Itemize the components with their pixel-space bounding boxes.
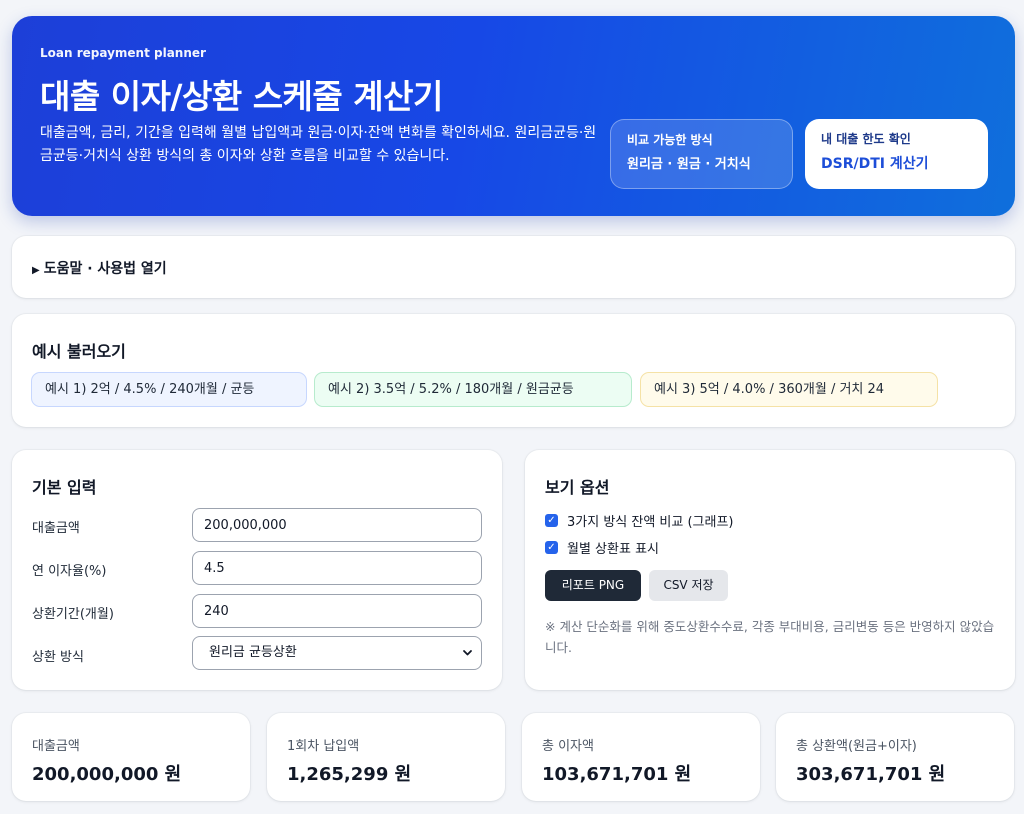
basic-input-card: 기본 입력 대출금액 연 이자율(%) 상환기간(개월) 상환 방식 원리금 균… [12,450,502,690]
page-title: 대출 이자/상환 스케줄 계산기 [40,77,443,116]
stat-label: 총 이자액 [542,739,594,754]
stat-first-payment: 1회차 납입액 1,265,299 원 [267,713,505,801]
stat-value: 1,265,299 원 [287,764,412,785]
hero-banner: Loan repayment planner 대출 이자/상환 스케줄 계산기 … [12,16,1015,216]
limit-label: 내 대출 한도 확인 [821,132,911,146]
balance-compare-checkbox[interactable]: ✓ [545,514,558,527]
method-select[interactable]: 원리금 균등상환 [192,636,482,670]
basic-input-title: 기본 입력 [32,478,97,497]
disclaimer-note: ※ 계산 단순화를 위해 중도상환수수료, 각종 부대비용, 금리변동 등은 반… [545,619,995,655]
triangle-right-icon: ▶ [32,265,40,276]
examples-title: 예시 불러오기 [32,342,126,361]
stat-total-interest: 총 이자액 103,671,701 원 [522,713,760,801]
dsr-calculator-link[interactable]: 내 대출 한도 확인 DSR/DTI 계산기 [805,119,988,189]
help-card: ▶ 도움말 · 사용법 열기 [12,236,1015,298]
stat-label: 총 상환액(원금+이자) [796,739,917,754]
rate-label: 연 이자율(%) [32,564,107,579]
method-label: 상환 방식 [32,650,84,665]
report-png-button[interactable]: 리포트 PNG [545,570,641,601]
view-options-card: 보기 옵션 ✓ 3가지 방식 잔액 비교 (그래프) ✓ 월별 상환표 표시 리… [525,450,1015,690]
help-toggle-label: 도움말 · 사용법 열기 [43,261,167,277]
methods-value: 원리금 · 원금 · 거치식 [627,157,751,172]
monthly-table-label: 월별 상환표 표시 [567,542,659,557]
view-options-title: 보기 옵션 [545,478,610,497]
examples-card: 예시 불러오기 예시 1) 2억 / 4.5% / 240개월 / 균등 예시 … [12,314,1015,427]
help-toggle[interactable]: ▶ 도움말 · 사용법 열기 [32,258,167,278]
example-chip-3[interactable]: 예시 3) 5억 / 4.0% / 360개월 / 거치 24 [640,372,938,407]
stat-label: 대출금액 [32,739,80,754]
example-chip-2[interactable]: 예시 2) 3.5억 / 5.2% / 180개월 / 원금균등 [314,372,632,407]
methods-label: 비교 가능한 방식 [627,133,713,147]
stat-value: 303,671,701 원 [796,764,946,785]
amount-input[interactable] [192,508,482,542]
hero-eyebrow: Loan repayment planner [40,46,206,60]
hero-description: 대출금액, 금리, 기간을 입력해 월별 납입액과 원금·이자·잔액 변화를 확… [40,125,597,164]
amount-label: 대출금액 [32,521,80,536]
rate-input[interactable] [192,551,482,585]
chevron-down-icon [462,637,473,682]
monthly-table-checkbox[interactable]: ✓ [545,541,558,554]
limit-value: DSR/DTI 계산기 [821,156,929,172]
balance-compare-label: 3가지 방식 잔액 비교 (그래프) [567,515,734,530]
example-chip-1[interactable]: 예시 1) 2억 / 4.5% / 240개월 / 균등 [31,372,307,407]
method-select-value: 원리금 균등상환 [209,645,297,660]
balance-compare-option[interactable]: ✓ 3가지 방식 잔액 비교 (그래프) [545,511,734,530]
monthly-table-option[interactable]: ✓ 월별 상환표 표시 [545,538,659,557]
stat-value: 103,671,701 원 [542,764,692,785]
stat-label: 1회차 납입액 [287,739,360,754]
term-label: 상환기간(개월) [32,607,114,622]
stat-value: 200,000,000 원 [32,764,182,785]
csv-save-button[interactable]: CSV 저장 [649,570,728,601]
methods-badge: 비교 가능한 방식 원리금 · 원금 · 거치식 [610,119,793,189]
term-input[interactable] [192,594,482,628]
stat-total-repayment: 총 상환액(원금+이자) 303,671,701 원 [776,713,1014,801]
stat-loan-amount: 대출금액 200,000,000 원 [12,713,250,801]
